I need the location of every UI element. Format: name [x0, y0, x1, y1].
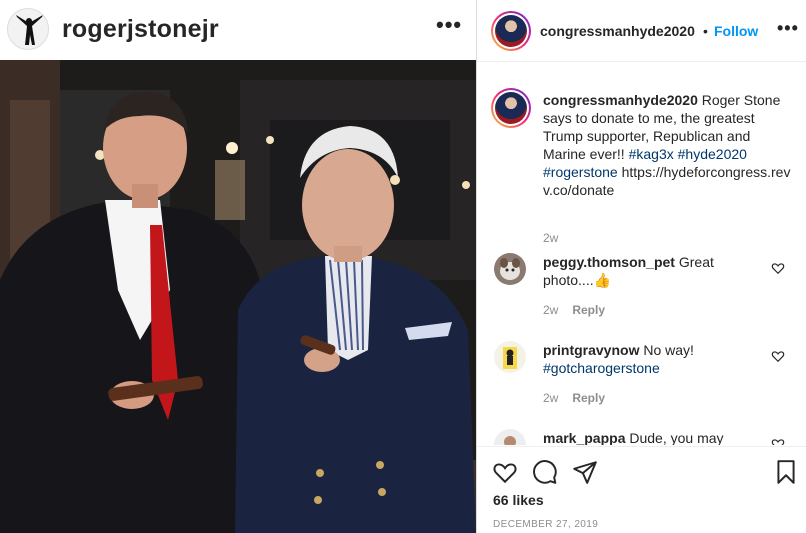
hashtag-link[interactable]: #hyde2020 [678, 146, 747, 162]
comment-text: Dude, you may [625, 430, 724, 445]
caption-timestamp: 2w [543, 231, 559, 245]
photo-owner-username[interactable]: rogerjstonejr [62, 15, 219, 44]
share-paper-plane-icon[interactable] [572, 459, 598, 485]
avatar-person-icon [494, 429, 526, 445]
comment-username[interactable]: mark_pappa [543, 430, 625, 445]
photo-header: rogerjstonejr ••• [0, 0, 476, 60]
hashtag-link[interactable]: #rogerstone [543, 164, 618, 180]
follow-button[interactable]: Follow [714, 23, 758, 39]
avatar[interactable] [491, 11, 531, 51]
comment-meta: 2w Reply [543, 303, 605, 317]
comment-username[interactable]: peggy.thomson_pet [543, 254, 675, 270]
post-date: DECEMBER 27, 2019 [493, 519, 599, 530]
avatar[interactable] [7, 8, 49, 50]
comment-timestamp: 2w [543, 391, 559, 405]
avatar[interactable] [494, 341, 526, 373]
comment-username[interactable]: printgravynow [543, 342, 639, 358]
likes-count[interactable]: 66 likes [493, 492, 544, 508]
caption-avatar[interactable] [491, 88, 531, 128]
comment-item: peggy.thomson_pet Great photo....👍 [543, 253, 753, 289]
avatar[interactable] [494, 253, 526, 285]
separator-dot: • [703, 23, 708, 39]
post-author-username[interactable]: congressmanhyde2020 [540, 23, 695, 39]
like-heart-icon[interactable] [492, 459, 518, 485]
comment-item: mark_pappa Dude, you may [543, 429, 753, 445]
post-panel: congressmanhyde2020 • Follow ••• congres… [477, 0, 806, 533]
comments-list[interactable]: congressmanhyde2020 Roger Stone says to … [477, 63, 806, 445]
comment-item: printgravynow No way! #gotcharogerstone [543, 341, 753, 377]
post-header: congressmanhyde2020 • Follow ••• [477, 0, 806, 62]
like-comment-heart-icon[interactable] [771, 349, 785, 363]
photo-two-men-with-cigars [0, 60, 476, 533]
caption-username[interactable]: congressmanhyde2020 [543, 92, 698, 108]
caption: congressmanhyde2020 Roger Stone says to … [543, 91, 793, 199]
post-photo[interactable] [0, 60, 476, 533]
hashtag-link[interactable]: #gotcharogerstone [543, 360, 660, 376]
more-options-icon[interactable]: ••• [436, 12, 462, 38]
reply-button[interactable]: Reply [572, 303, 605, 317]
avatar[interactable] [494, 429, 526, 445]
comment-meta: 2w Reply [543, 391, 605, 405]
comment-icon[interactable] [532, 459, 558, 485]
comment-timestamp: 2w [543, 303, 559, 317]
like-comment-heart-icon[interactable] [771, 437, 785, 445]
action-bar: 66 likes DECEMBER 27, 2019 [477, 446, 806, 533]
comment-text: No way! [639, 342, 694, 358]
avatar-pet-icon [494, 253, 526, 285]
reply-button[interactable]: Reply [572, 391, 605, 405]
like-comment-heart-icon[interactable] [771, 261, 785, 275]
avatar-figure-icon [8, 9, 48, 49]
more-options-icon[interactable]: ••• [777, 18, 799, 39]
save-bookmark-icon[interactable] [773, 459, 799, 485]
avatar-figure-icon [494, 341, 526, 373]
hashtag-link[interactable]: #kag3x [629, 146, 674, 162]
